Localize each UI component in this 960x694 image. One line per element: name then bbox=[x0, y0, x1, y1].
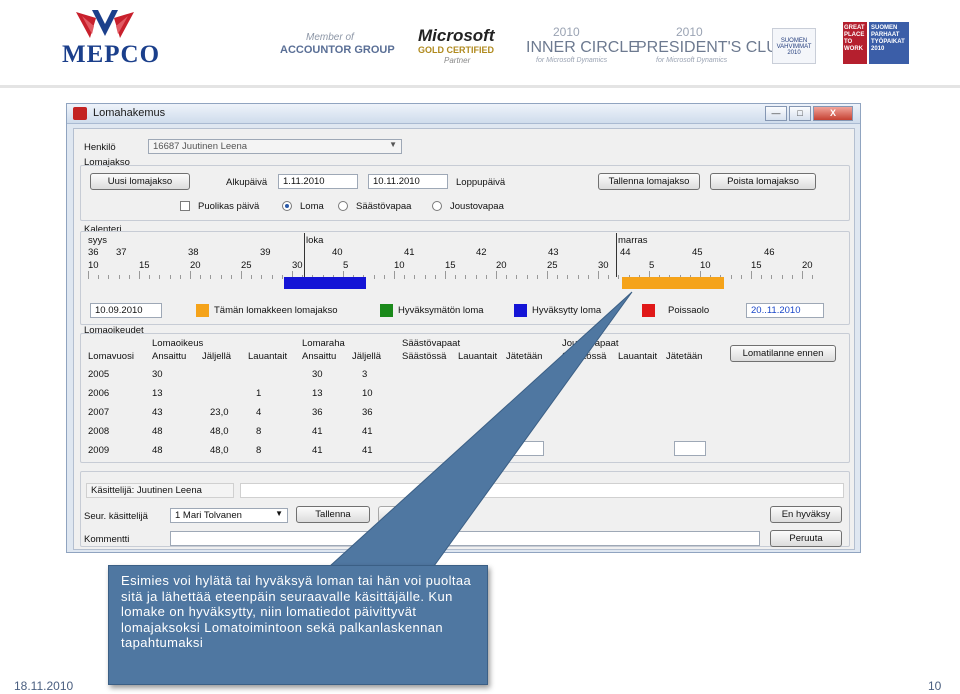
callout-box: Esimies voi hylätä tai hyväksyä loman ta… bbox=[108, 565, 488, 685]
footer-page-number: 10 bbox=[928, 679, 942, 693]
footer-date: 18.11.2010 bbox=[14, 679, 74, 693]
callout-text: Esimies voi hylätä tai hyväksyä loman ta… bbox=[121, 573, 472, 650]
